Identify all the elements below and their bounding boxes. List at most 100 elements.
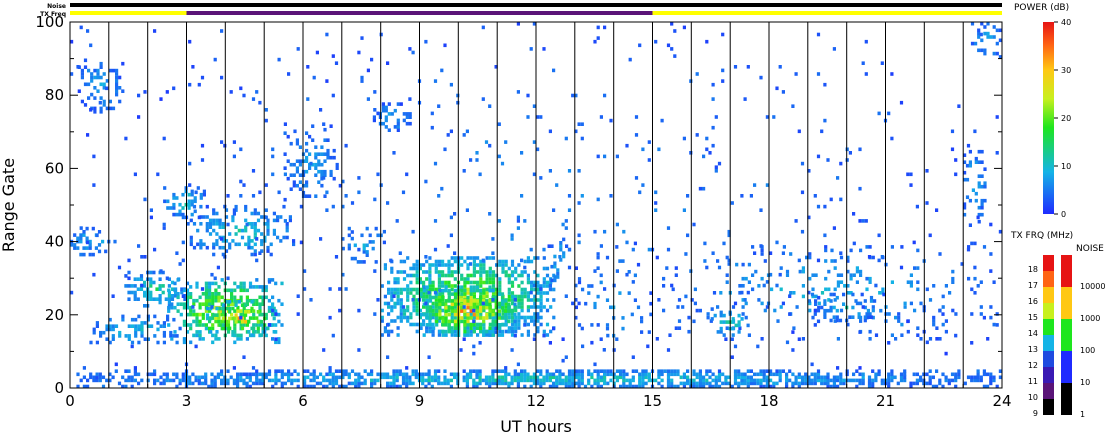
- heatmap-cell: [264, 312, 268, 317]
- heatmap-cell: [137, 327, 141, 332]
- heatmap-cell: [516, 372, 520, 377]
- heatmap-cell: [427, 369, 431, 373]
- heatmap-cell: [239, 333, 243, 338]
- heatmap-cell: [194, 190, 198, 195]
- heatmap-cell: [390, 319, 394, 323]
- heatmap-cell: [269, 242, 273, 247]
- heatmap-cell: [747, 280, 751, 284]
- heatmap-cell: [469, 280, 473, 285]
- heatmap-cell: [402, 277, 407, 281]
- heatmap-cell: [839, 161, 843, 166]
- heatmap-cell: [82, 233, 86, 237]
- heatmap-cell: [360, 75, 364, 80]
- heatmap-cell: [823, 375, 827, 380]
- heatmap-cell: [208, 232, 213, 236]
- heatmap-cell: [319, 237, 323, 241]
- heatmap-cell: [134, 317, 138, 322]
- heatmap-cell: [615, 245, 619, 249]
- heatmap-cell: [497, 302, 501, 307]
- heatmap-cell: [485, 312, 489, 317]
- heatmap-cell: [686, 369, 690, 373]
- heatmap-cell: [239, 337, 243, 341]
- heatmap-cell: [977, 160, 981, 164]
- heatmap-cell: [772, 115, 776, 119]
- heatmap-cell: [903, 305, 907, 309]
- heatmap-cell: [724, 375, 728, 380]
- heatmap-cell: [488, 329, 492, 334]
- heatmap-cell: [536, 326, 540, 330]
- heatmap-cell: [155, 287, 159, 291]
- heatmap-cell: [212, 222, 216, 226]
- heatmap-cell: [577, 169, 581, 173]
- heatmap-cell: [373, 312, 377, 316]
- heatmap-cell: [526, 378, 530, 383]
- heatmap-cell: [973, 291, 977, 295]
- heatmap-cell: [323, 152, 327, 156]
- heatmap-cell: [472, 256, 476, 260]
- heatmap-cell: [200, 143, 205, 148]
- heatmap-cell: [894, 337, 898, 341]
- heatmap-cell: [234, 320, 238, 324]
- heatmap-cell: [204, 372, 208, 377]
- heatmap-cell: [319, 372, 323, 377]
- heatmap-cell: [759, 378, 763, 383]
- heatmap-cell: [441, 263, 445, 267]
- heatmap-cell: [218, 323, 222, 327]
- heatmap-cell: [430, 375, 434, 380]
- heatmap-cell: [234, 303, 238, 307]
- heatmap-cell: [217, 292, 221, 296]
- heatmap-cell: [823, 312, 827, 316]
- heatmap-cell: [255, 369, 259, 373]
- heatmap-cell: [220, 75, 224, 80]
- heatmap-cell: [406, 291, 410, 295]
- heatmap-cell: [226, 276, 230, 281]
- heatmap-cell: [539, 372, 543, 377]
- heatmap-cell: [877, 372, 881, 377]
- heatmap-cell: [453, 372, 457, 377]
- heatmap-cell: [851, 315, 855, 319]
- heatmap-cell: [189, 242, 193, 247]
- heatmap-cell: [271, 312, 275, 317]
- heatmap-cell: [437, 375, 441, 380]
- heatmap-cell: [216, 372, 220, 377]
- heatmap-cell: [986, 31, 990, 36]
- freq-colorbar-swatch: [1043, 287, 1054, 303]
- heatmap-cell: [916, 287, 920, 292]
- heatmap-cell: [411, 381, 415, 386]
- heatmap-cell: [121, 314, 125, 319]
- heatmap-cell: [438, 292, 442, 296]
- freq-colorbar-swatch: [1043, 319, 1054, 335]
- heatmap-cell: [703, 241, 707, 246]
- heatmap-cell: [298, 173, 302, 177]
- heatmap-cell: [539, 378, 543, 383]
- heatmap-cell: [479, 280, 483, 285]
- heatmap-cell: [938, 378, 942, 383]
- heatmap-cell: [211, 326, 215, 331]
- heatmap-cell: [277, 312, 281, 317]
- heatmap-cell: [776, 319, 780, 323]
- heatmap-cell: [529, 247, 533, 252]
- heatmap-cell: [900, 245, 904, 249]
- heatmap-cell: [542, 375, 546, 380]
- heatmap-cell: [514, 329, 518, 334]
- heatmap-cell: [271, 337, 275, 341]
- heatmap-cell: [319, 381, 323, 386]
- heatmap-cell: [663, 369, 667, 373]
- heatmap-cell: [839, 251, 843, 255]
- heatmap-cell: [121, 375, 125, 380]
- heatmap-cell: [264, 288, 268, 293]
- heatmap-cell: [209, 316, 213, 321]
- heatmap-cell: [859, 301, 863, 306]
- heatmap-cell: [167, 323, 171, 327]
- heatmap-cell: [495, 291, 499, 295]
- heatmap-cell: [411, 369, 415, 373]
- heatmap-cell: [285, 228, 289, 233]
- heatmap-cell: [974, 156, 978, 161]
- heatmap-cell: [357, 372, 361, 377]
- heatmap-cell: [239, 309, 243, 313]
- heatmap-cell: [211, 298, 215, 303]
- heatmap-cell: [472, 259, 476, 264]
- heatmap-cell: [485, 273, 489, 278]
- heatmap-cell: [695, 381, 699, 386]
- heatmap-cell: [277, 319, 281, 324]
